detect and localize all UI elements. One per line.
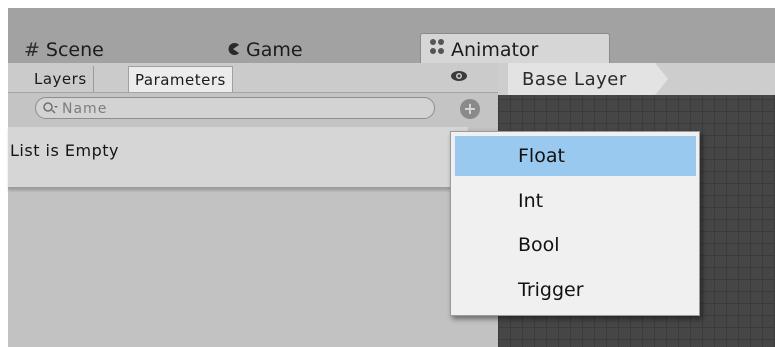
search-field[interactable] xyxy=(35,97,435,119)
animator-icon xyxy=(429,38,445,61)
search-icon xyxy=(43,102,58,114)
tab-animator[interactable]: Animator xyxy=(420,33,610,65)
breadcrumb-base-layer[interactable]: Base Layer xyxy=(508,63,668,95)
pacman-icon xyxy=(226,39,240,61)
tab-scene-label: Scene xyxy=(45,38,104,61)
parameter-list: List is Empty xyxy=(8,127,468,189)
add-parameter-button[interactable]: + xyxy=(460,99,480,119)
tab-animator-label: Animator xyxy=(451,38,539,61)
search-row: + xyxy=(8,93,498,127)
list-empty-text: List is Empty xyxy=(10,141,120,160)
panel-subtabs: Layers Parameters xyxy=(8,63,498,93)
grid-icon: # xyxy=(24,38,40,61)
parameters-panel: Layers Parameters + List is Empty xyxy=(8,63,498,347)
subtab-layers[interactable]: Layers xyxy=(28,66,94,92)
menu-item-float[interactable]: Float xyxy=(455,136,696,176)
parameter-type-menu: Float Int Bool Trigger xyxy=(450,131,700,316)
tab-game-label: Game xyxy=(246,38,303,61)
breadcrumb-bar: Base Layer xyxy=(498,63,775,95)
eye-icon[interactable] xyxy=(450,69,468,83)
menu-item-int[interactable]: Int xyxy=(455,181,696,221)
subtab-parameters[interactable]: Parameters xyxy=(128,66,233,92)
search-input[interactable] xyxy=(60,99,424,119)
tab-game[interactable]: Game xyxy=(226,36,303,63)
tab-scene[interactable]: # Scene xyxy=(24,36,104,63)
menu-item-trigger[interactable]: Trigger xyxy=(455,270,696,310)
menu-item-bool[interactable]: Bool xyxy=(455,225,696,265)
editor-tab-strip: # Scene Game Animator xyxy=(8,8,775,65)
